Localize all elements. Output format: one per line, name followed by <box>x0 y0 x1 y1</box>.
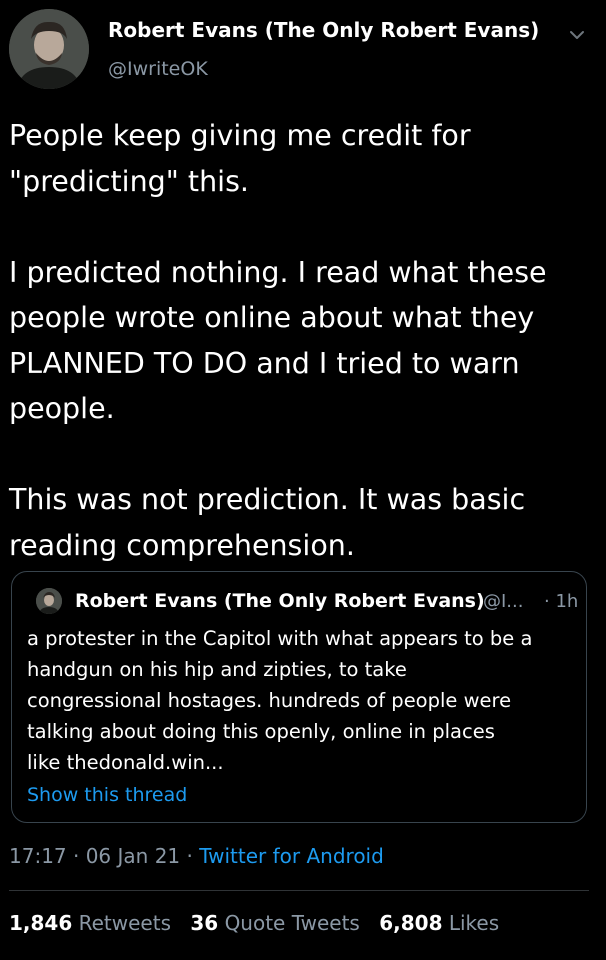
quoted-tweet-line: talking about doing this openly, online … <box>27 720 495 743</box>
quoted-tweet-line: like thedonald.win... <box>27 751 224 774</box>
show-thread-link[interactable]: Show this thread <box>27 784 187 806</box>
quoted-tweet-line: handgun on his hip and zipties, to take <box>27 658 407 681</box>
retweets-count: 1,846 <box>9 911 73 935</box>
quoted-author-handle: @I... <box>483 591 524 612</box>
author-avatar[interactable] <box>9 9 89 89</box>
tweet-source-link[interactable]: Twitter for Android <box>199 844 384 868</box>
tweet-meta: 17:17 · 06 Jan 21 · Twitter for Android <box>9 844 384 868</box>
author-name[interactable]: Robert Evans (The Only Robert Evans) <box>108 18 539 42</box>
retweets-stat[interactable]: 1,846 Retweets <box>9 911 171 935</box>
quoted-tweet-line: congressional hostages. hundreds of peop… <box>27 689 512 712</box>
quote-tweets-label: Quote Tweets <box>224 911 360 935</box>
author-handle[interactable]: @IwriteOK <box>108 58 208 80</box>
likes-stat[interactable]: 6,808 Likes <box>379 911 499 935</box>
tweet-line: People keep giving me credit for <box>9 119 471 152</box>
tweet-line: I predicted nothing. I read what these <box>9 255 547 289</box>
quoted-tweet-card[interactable]: Robert Evans (The Only Robert Evans) @I.… <box>11 571 587 823</box>
quote-tweets-stat[interactable]: 36 Quote Tweets <box>190 911 360 935</box>
tweet-line: people wrote online about what they <box>9 301 535 334</box>
tweet-line: PLANNED TO DO and I tried to warn <box>9 346 520 380</box>
engagement-stats: 1,846 Retweets 36 Quote Tweets 6,808 Lik… <box>9 911 512 935</box>
quoted-tweet-time: · 1h <box>544 591 579 612</box>
tweet-line: people. <box>9 392 115 425</box>
tweet-timestamp[interactable]: 17:17 · 06 Jan 21 · <box>9 844 199 868</box>
quoted-tweet-line: a protester in the Capitol with what app… <box>27 627 533 650</box>
quoted-tweet-body: a protester in the Capitol with what app… <box>27 623 582 778</box>
chevron-down-icon[interactable] <box>566 24 588 46</box>
quote-tweets-count: 36 <box>190 911 219 935</box>
divider <box>9 890 589 891</box>
retweets-label: Retweets <box>78 911 171 935</box>
quoted-author-name: Robert Evans (The Only Robert Evans) <box>75 590 485 612</box>
tweet-line: This was not prediction. It was basic <box>9 483 526 516</box>
tweet-line: reading comprehension. <box>9 528 355 562</box>
tweet-text: People keep giving me credit for "predic… <box>9 113 599 568</box>
likes-count: 6,808 <box>379 911 443 935</box>
likes-label: Likes <box>448 911 500 935</box>
tweet-line: "predicting" this. <box>9 164 249 198</box>
quoted-author-avatar <box>36 588 62 614</box>
